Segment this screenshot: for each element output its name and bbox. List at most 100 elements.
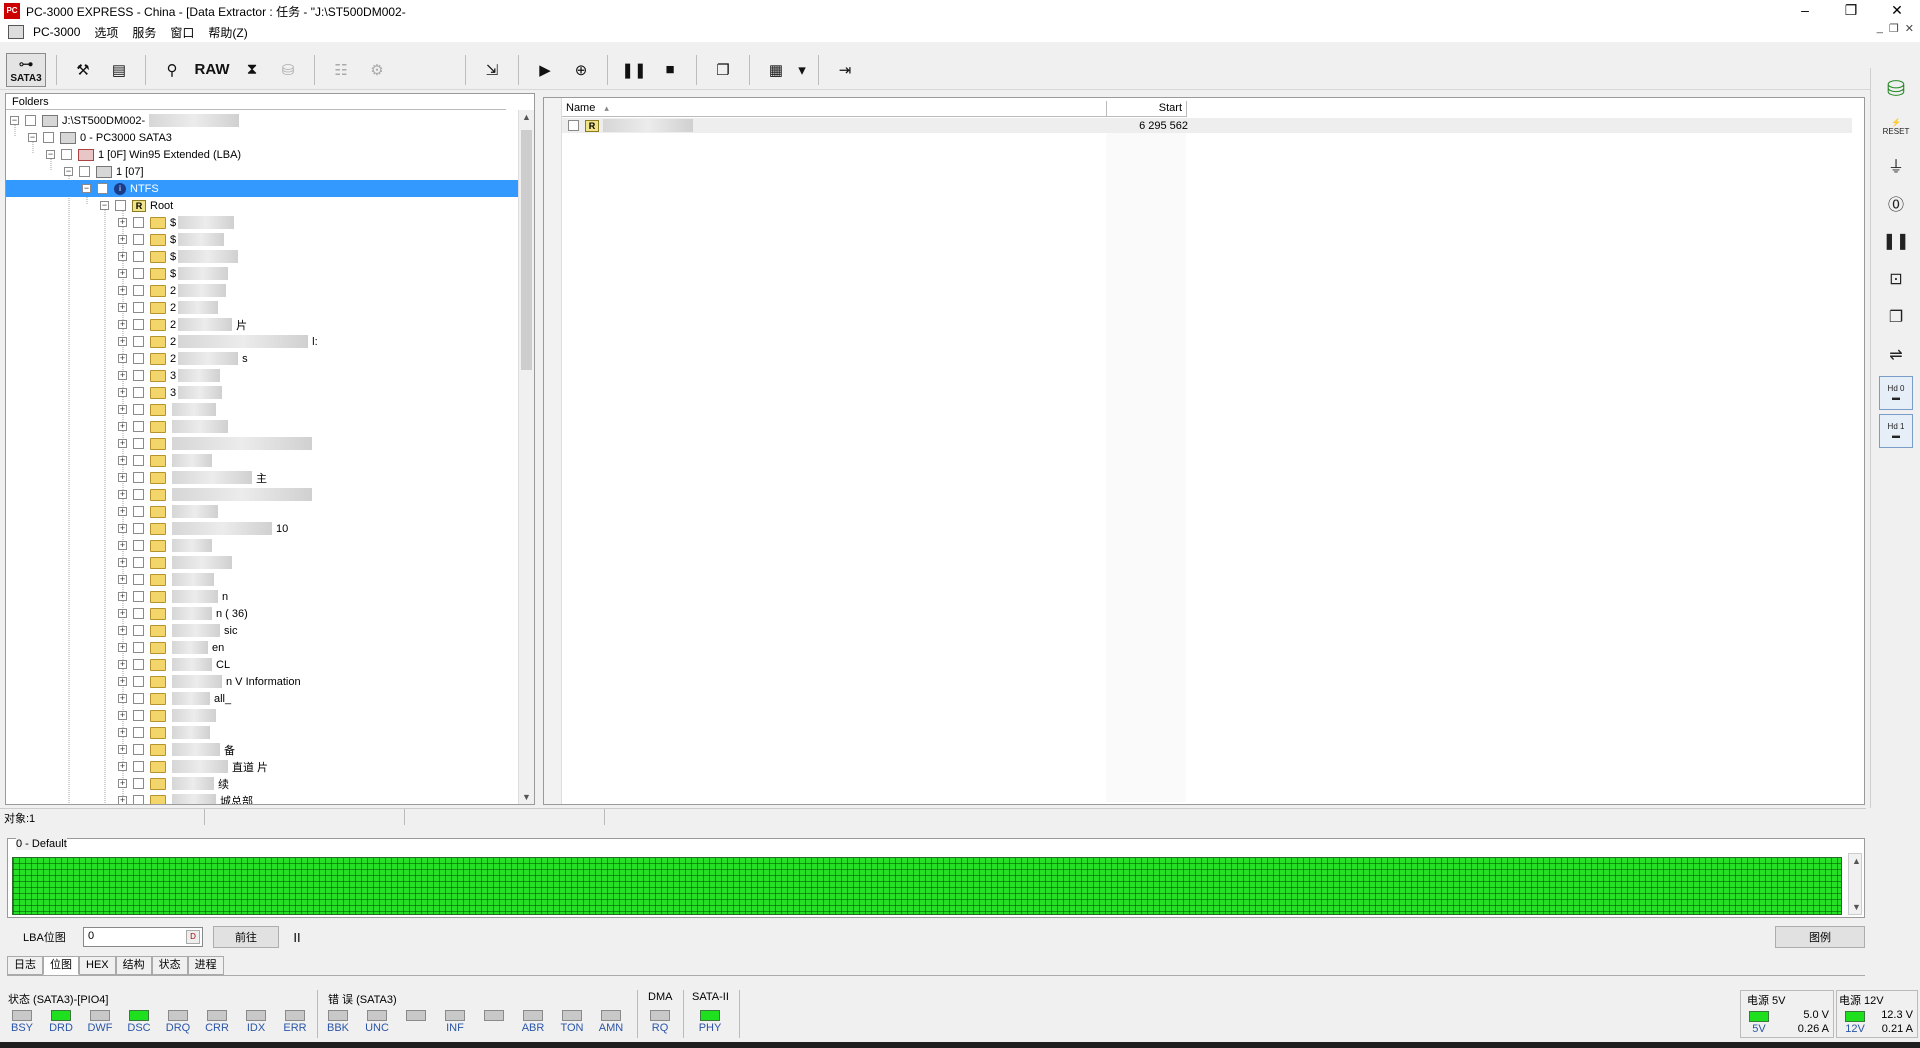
expand-icon[interactable]: +	[118, 405, 127, 414]
tree-checkbox[interactable]	[133, 761, 144, 772]
tree-checkbox[interactable]	[133, 625, 144, 636]
tab-structure[interactable]: 结构	[115, 956, 152, 975]
expand-icon[interactable]: +	[118, 286, 127, 295]
expand-icon[interactable]: +	[118, 337, 127, 346]
collapse-icon[interactable]: −	[10, 116, 19, 125]
collapse-icon[interactable]: −	[64, 167, 73, 176]
tab-log[interactable]: 日志	[7, 956, 43, 975]
tree-checkbox[interactable]	[133, 387, 144, 398]
tree-checkbox[interactable]	[133, 659, 144, 670]
tree-checkbox[interactable]	[79, 166, 90, 177]
tasks-button[interactable]: ⧗	[236, 53, 268, 87]
tree-checkbox[interactable]	[133, 438, 144, 449]
play-button[interactable]: ▶	[529, 53, 561, 87]
file-row-checkbox[interactable]	[568, 120, 579, 131]
view-mode-dropdown[interactable]: ▾	[796, 53, 808, 87]
expand-icon[interactable]: +	[118, 269, 127, 278]
menu-service[interactable]: 服务	[125, 24, 163, 41]
expand-icon[interactable]: +	[118, 490, 127, 499]
tree-node-logical-partition[interactable]: − 1 [07]	[64, 163, 144, 180]
subfolder-item[interactable]: +	[118, 571, 214, 588]
scroll-down-icon[interactable]: ▼	[522, 792, 531, 802]
tree-checkbox[interactable]	[133, 336, 144, 347]
tree-checkbox[interactable]	[133, 795, 144, 804]
expand-icon[interactable]: +	[118, 235, 127, 244]
subfolder-item[interactable]: + 备	[118, 741, 235, 758]
tree-checkbox[interactable]	[133, 778, 144, 789]
pause-button[interactable]: ❚❚	[618, 53, 650, 87]
hd0-button[interactable]: Hd 0 ▬	[1879, 376, 1913, 410]
tree-checkbox[interactable]	[133, 557, 144, 568]
subfolder-item[interactable]: + n	[118, 588, 228, 605]
tree-checkbox[interactable]	[133, 608, 144, 619]
expand-icon[interactable]: +	[118, 456, 127, 465]
tree-checkbox[interactable]	[133, 370, 144, 381]
expand-icon[interactable]: +	[118, 252, 127, 261]
tree-checkbox[interactable]	[133, 421, 144, 432]
subfolder-item[interactable]: +	[118, 503, 218, 520]
subfolder-item[interactable]: + 城总部	[118, 792, 253, 804]
subfolder-item[interactable]: + en	[118, 639, 224, 656]
tree-checkbox[interactable]	[133, 234, 144, 245]
tree-checkbox[interactable]	[133, 540, 144, 551]
cable-button[interactable]: ⇌	[1879, 338, 1913, 372]
stop-button[interactable]: ■	[654, 53, 686, 87]
tree-checkbox[interactable]	[43, 132, 54, 143]
expand-icon[interactable]: +	[118, 320, 127, 329]
expand-icon[interactable]: +	[118, 728, 127, 737]
tree-settings-button[interactable]: ⚙	[361, 53, 393, 87]
expand-icon[interactable]: +	[118, 643, 127, 652]
menu-options[interactable]: 选项	[87, 24, 125, 41]
subfolder-item[interactable]: + $	[118, 214, 235, 231]
report-button[interactable]: ▤	[103, 53, 135, 87]
scroll-down-icon[interactable]: ▼	[1852, 902, 1861, 912]
expand-icon[interactable]: +	[118, 388, 127, 397]
mdi-minimize-button[interactable]: _	[1877, 22, 1883, 35]
menu-pc3000[interactable]: PC-3000	[26, 25, 87, 39]
scroll-thumb[interactable]	[521, 130, 532, 370]
tree-node-project[interactable]: − J:\ST500DM002-	[10, 112, 240, 129]
subfolder-item[interactable]: + $	[118, 231, 225, 248]
bitmap-scrollbar[interactable]: ▲ ▼	[1848, 853, 1862, 915]
tools-button[interactable]: ⚒	[67, 53, 99, 87]
expand-icon[interactable]: +	[118, 439, 127, 448]
expand-icon[interactable]: +	[118, 524, 127, 533]
expand-icon[interactable]: +	[118, 354, 127, 363]
subfolder-item[interactable]: +	[118, 452, 212, 469]
tab-process[interactable]: 进程	[187, 956, 224, 975]
tab-status[interactable]: 状态	[151, 956, 188, 975]
tree-checkbox[interactable]	[61, 149, 72, 160]
column-header-start[interactable]: Start	[1107, 101, 1187, 117]
expand-icon[interactable]: +	[118, 371, 127, 380]
column-header-name[interactable]: Name ▴	[562, 101, 1107, 117]
tree-button[interactable]: ☷	[325, 53, 357, 87]
expand-icon[interactable]: +	[118, 422, 127, 431]
tree-checkbox[interactable]	[133, 489, 144, 500]
tab-hex[interactable]: HEX	[79, 956, 116, 975]
expand-icon[interactable]: +	[118, 762, 127, 771]
subfolder-item[interactable]: +2	[118, 299, 219, 316]
mdi-close-button[interactable]: ✕	[1905, 22, 1914, 35]
restore-button[interactable]: ❐	[1828, 0, 1874, 22]
view-mode-button[interactable]: ▦	[760, 53, 792, 87]
tree-checkbox[interactable]	[133, 455, 144, 466]
subfolder-item[interactable]: + 主	[118, 469, 267, 486]
close-button[interactable]: ✕	[1874, 0, 1920, 22]
db-button[interactable]: ⛁	[272, 53, 304, 87]
legend-button[interactable]: 图例	[1775, 926, 1865, 948]
menu-window[interactable]: 窗口	[163, 24, 201, 41]
tree-checkbox[interactable]	[133, 574, 144, 585]
power-off-button[interactable]: ⓪	[1879, 186, 1913, 220]
tree-checkbox[interactable]	[133, 727, 144, 738]
subfolder-item[interactable]: + $	[118, 248, 239, 265]
subfolder-item[interactable]: +3	[118, 384, 223, 401]
expand-icon[interactable]: +	[118, 473, 127, 482]
expand-icon[interactable]: +	[118, 779, 127, 788]
subfolder-item[interactable]: +2 s	[118, 350, 248, 367]
export-button[interactable]: ⇲	[476, 53, 508, 87]
tree-checkbox[interactable]	[133, 591, 144, 602]
tree-checkbox[interactable]	[133, 744, 144, 755]
tree-checkbox[interactable]	[133, 676, 144, 687]
collapse-icon[interactable]: −	[46, 150, 55, 159]
lba-format-toggle[interactable]: D	[186, 930, 200, 944]
